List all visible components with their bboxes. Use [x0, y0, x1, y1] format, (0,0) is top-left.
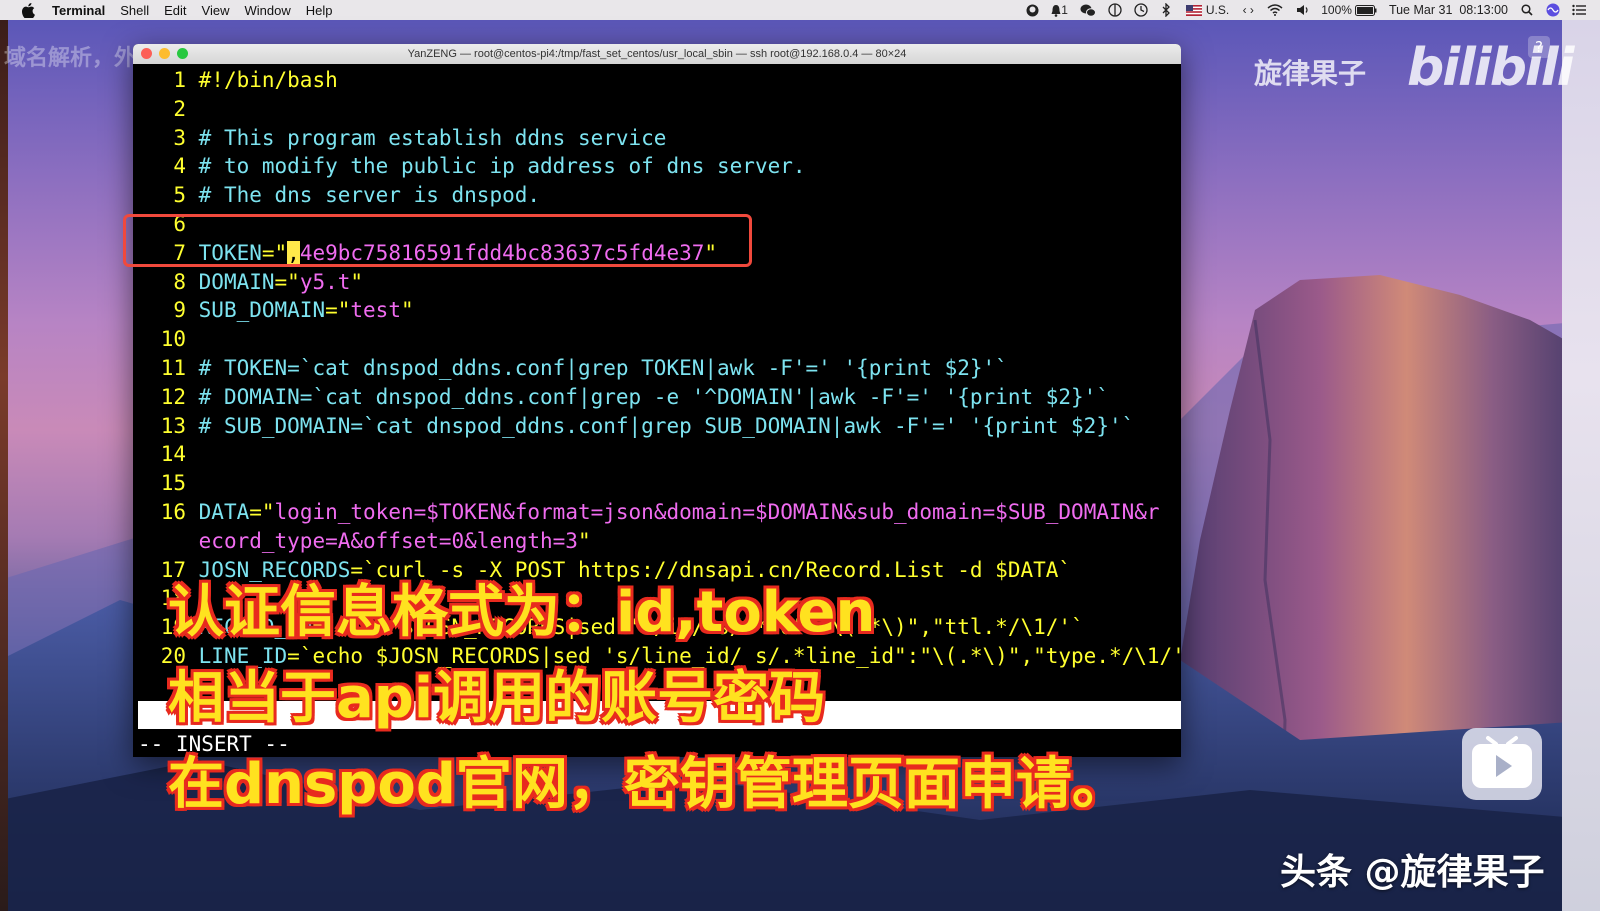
code-line: 11 # TOKEN=`cat dnspod_ddns.conf|grep TO… [133, 354, 1181, 383]
help-button[interactable]: ? [1528, 36, 1550, 58]
caption-line-1: 认证信息格式为：id,token [168, 580, 876, 645]
code-token: " [400, 298, 414, 323]
line-number: 2 [173, 96, 186, 121]
footer-credit: 头条 @旋律果子 [1280, 852, 1545, 893]
menu-window[interactable]: Window [245, 3, 291, 18]
caption-line-2: 相当于api调用的账号密码 [168, 666, 826, 731]
istat-icon[interactable] [1108, 3, 1122, 17]
code-token: #!/bin/bash [198, 68, 338, 92]
line-number: 3 [173, 125, 186, 150]
input-source[interactable]: U.S. [1185, 3, 1230, 17]
code-line: 14 [133, 440, 1181, 469]
line-number: 16 [160, 499, 186, 524]
code-line: 8 DOMAIN="y5.t" [133, 268, 1181, 297]
code-token: # to modify the public ip address of dns… [198, 154, 806, 179]
menu-view[interactable]: View [202, 3, 230, 18]
menu-help[interactable]: Help [306, 3, 333, 18]
line-number: 4 [173, 154, 186, 179]
line-number: 12 [160, 384, 186, 409]
code-token: =" [249, 499, 275, 524]
volume-icon[interactable] [1295, 3, 1309, 17]
bluetooth-icon[interactable] [1160, 3, 1174, 17]
menu-shell[interactable]: Shell [120, 3, 149, 18]
line-number: 9 [173, 298, 186, 323]
code-token: # SUB_DOMAIN=`cat dnspod_ddns.conf|grep … [198, 413, 1135, 438]
code-line: ecord_type=A&offset=0&length=3" [133, 527, 1181, 556]
code-token: DATA [198, 499, 250, 524]
code-line: 10 [133, 325, 1181, 354]
clock[interactable]: Tue Mar 31 08:13:00 [1389, 3, 1508, 17]
caption-line-3: 在dnspod官网，密钥管理页面申请。 [168, 752, 1128, 817]
search-icon[interactable] [1520, 3, 1534, 17]
wifi-icon[interactable] [1267, 3, 1283, 17]
notification-count: 1 [1061, 3, 1068, 17]
terminal-title: YanZENG — root@centos-pi4:/tmp/fast_set_… [407, 48, 907, 60]
code-token: y5.t [299, 269, 351, 294]
code-line: 1 #!/bin/bash [133, 66, 1181, 95]
line-number: 11 [160, 355, 186, 380]
line-number: 1 [173, 68, 186, 92]
subtitle-caption: 认证信息格式为：id,token 相当于api调用的账号密码 在dnspod官网… [168, 570, 1268, 828]
close-button[interactable] [141, 48, 152, 59]
line-number: 15 [160, 471, 186, 496]
right-window-edge [1562, 20, 1600, 911]
apple-icon[interactable] [22, 2, 38, 18]
left-window-edge [0, 20, 8, 911]
line-number: 10 [160, 327, 186, 352]
input-source-label: U.S. [1205, 3, 1230, 17]
battery-icon [1354, 4, 1377, 16]
wechat-icon[interactable] [1080, 3, 1096, 17]
play-icon [1472, 736, 1532, 788]
code-token: ecord_type=A&offset=0&length=3 [198, 528, 578, 553]
code-line: 13 # SUB_DOMAIN=`cat dnspod_ddns.conf|gr… [133, 412, 1181, 441]
menu-edit[interactable]: Edit [164, 3, 186, 18]
code-line: 12 # DOMAIN=`cat dnspod_ddns.conf|grep -… [133, 383, 1181, 412]
battery-status[interactable]: 100% [1321, 3, 1377, 17]
code-line: 5 # The dns server is dnspod. [133, 181, 1181, 210]
code-icon[interactable]: ‹ › [1241, 3, 1255, 17]
code-token: SUB_DOMAIN [198, 298, 326, 323]
code-token: # DOMAIN=`cat dnspod_ddns.conf|grep -e '… [198, 384, 1109, 409]
code-line: 4 # to modify the public ip address of d… [133, 152, 1181, 181]
code-token: # TOKEN=`cat dnspod_ddns.conf|grep TOKEN… [198, 355, 1008, 380]
code-token: # The dns server is dnspod. [198, 183, 541, 208]
code-line: 9 SUB_DOMAIN="test" [133, 296, 1181, 325]
status-area: 1 U.S. ‹ › 100% Tue Mar 31 08:13:00 [1025, 3, 1600, 17]
line-number: 13 [160, 413, 186, 438]
notification-icon[interactable]: 1 [1051, 3, 1068, 17]
zoom-button[interactable] [177, 48, 188, 59]
code-token: test [350, 298, 401, 323]
time-machine-icon[interactable] [1134, 3, 1148, 17]
code-token: =" [274, 269, 300, 294]
code-token: " [350, 269, 364, 294]
line-number: 5 [173, 183, 186, 208]
minimize-button[interactable] [159, 48, 170, 59]
code-token: =" [325, 298, 351, 323]
qq-icon[interactable] [1025, 3, 1039, 17]
menu-bar: Terminal Shell Edit View Window Help 1 U… [0, 0, 1600, 20]
siri-icon[interactable] [1546, 3, 1560, 17]
list-icon[interactable] [1572, 3, 1586, 17]
code-token: # This program establish ddns service [198, 125, 667, 150]
menu-app-terminal[interactable]: Terminal [52, 3, 105, 18]
line-number: 8 [173, 269, 186, 294]
code-token: DOMAIN [198, 269, 275, 294]
channel-watermark: 旋律果子 [1254, 57, 1367, 90]
code-line: 3 # This program establish ddns service [133, 124, 1181, 153]
battery-percent: 100% [1321, 3, 1352, 17]
code-line: 15 [133, 469, 1181, 498]
code-token: login_token=$TOKEN&format=json&domain=$D… [274, 499, 1160, 524]
code-token: " [577, 528, 591, 553]
code-line: 2 [133, 95, 1181, 124]
terminal-titlebar[interactable]: YanZENG — root@centos-pi4:/tmp/fast_set_… [133, 44, 1181, 64]
play-badge[interactable] [1462, 728, 1542, 800]
line-number: 14 [160, 442, 186, 467]
token-highlight-box [123, 214, 752, 267]
code-line: 16 DATA="login_token=$TOKEN&format=json&… [133, 498, 1181, 527]
